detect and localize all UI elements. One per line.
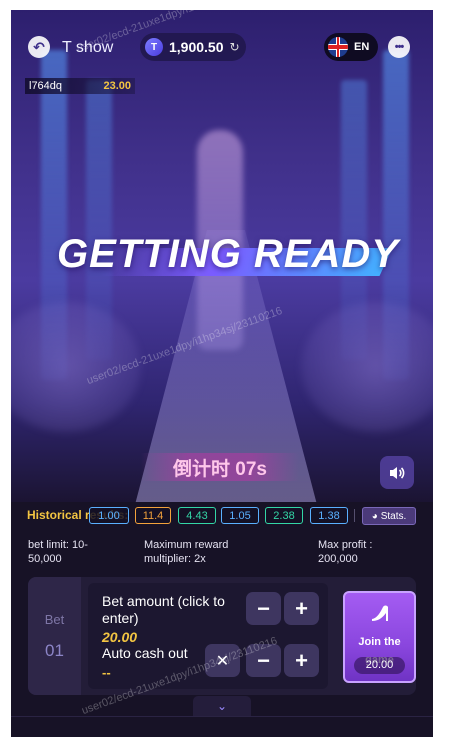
more-dots-icon[interactable]: ••• [388, 36, 410, 58]
language-code: EN [354, 41, 370, 53]
divider [11, 716, 433, 717]
max-profit: Max profit : 200,000 [318, 539, 373, 565]
countdown: 倒计时 07s [141, 453, 299, 481]
player-amount: 23.00 [103, 80, 131, 92]
history-chip[interactable]: 1.00 [89, 507, 129, 524]
history-bar: Historical results: 1.00 11.4 4.43 1.05 … [11, 504, 433, 528]
balance-pill: T 1,900.50 ↻ [140, 33, 246, 61]
bet-amount-label[interactable]: Bet amount (click to enter) [102, 593, 238, 627]
history-chip[interactable]: 4.43 [178, 507, 216, 524]
history-chip[interactable]: 2.38 [265, 507, 303, 524]
balance-value: 1,900.50 [169, 39, 224, 55]
speaker-icon [390, 466, 405, 479]
max-reward: Maximum reward multiplier: 2x [144, 539, 229, 565]
high-heel-icon [372, 605, 388, 621]
bet-increase-button[interactable]: + [284, 592, 319, 625]
bet-tab[interactable]: Bet 01 [28, 577, 81, 695]
bet-decrease-button[interactable]: − [246, 592, 281, 625]
history-chip[interactable]: 1.38 [310, 507, 348, 524]
player-bet-chip: l764dq 23.00 [25, 78, 135, 94]
top-bar: ↶ T show T 1,900.50 ↻ EN ••• [11, 32, 433, 62]
cashout-increase-button[interactable]: + [284, 644, 319, 677]
bet-limit: bet limit: 10-50,000 [28, 539, 88, 565]
crowd-right [301, 302, 433, 432]
expand-button[interactable]: ⌄ [193, 696, 251, 716]
stats-button[interactable]: ◕ Stats. [362, 507, 416, 525]
game-stage: ↶ T show T 1,900.50 ↻ EN ••• l764dq 23.0… [11, 10, 433, 502]
stats-label: Stats. [380, 510, 407, 522]
back-arrow-icon[interactable]: ↶ [28, 36, 50, 58]
bet-panel: Bet 01 Bet amount (click to enter) 20.00… [28, 577, 416, 695]
game-screen: ↶ T show T 1,900.50 ↻ EN ••• l764dq 23.0… [11, 10, 433, 737]
countdown-text: 倒计时 07s [173, 458, 267, 480]
plus-icon: + [295, 647, 308, 673]
join-amount: 20.00 [354, 657, 405, 674]
status-text: GETTING READY [57, 232, 399, 276]
refresh-icon[interactable]: ↻ [230, 40, 240, 54]
minus-icon: − [257, 595, 270, 621]
auto-cashout-value[interactable]: -- [102, 665, 111, 680]
bet-tab-number: 01 [45, 640, 64, 660]
bet-amount-value[interactable]: 20.00 [102, 629, 137, 645]
stats-icon: ◕ [371, 510, 378, 522]
language-selector[interactable]: EN [324, 33, 378, 61]
plus-icon: + [295, 595, 308, 621]
coin-icon: T [145, 38, 163, 56]
history-chip[interactable]: 1.05 [221, 507, 259, 524]
auto-cashout-label: Auto cash out [102, 645, 188, 661]
chevron-down-icon: ⌄ [216, 699, 228, 713]
bet-tab-label: Bet [44, 611, 65, 627]
player-name: l764dq [29, 80, 63, 92]
uk-flag-icon [328, 37, 348, 57]
history-divider [354, 509, 355, 522]
join-game-button[interactable]: Join the game 20.00 [343, 591, 416, 683]
sound-button[interactable] [380, 456, 414, 489]
bet-controls: Bet amount (click to enter) 20.00 Auto c… [88, 583, 328, 689]
history-chip[interactable]: 11.4 [135, 507, 171, 524]
